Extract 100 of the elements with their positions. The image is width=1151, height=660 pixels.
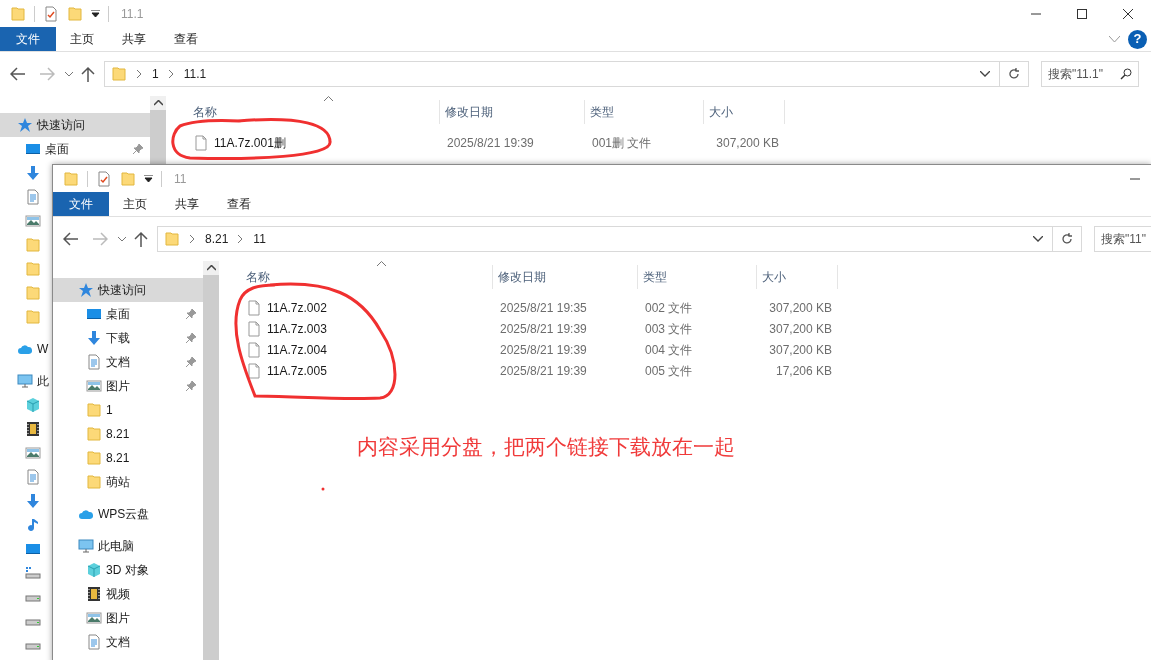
sidebar-item[interactable]: W <box>0 337 51 361</box>
sidebar-item[interactable]: 萌站 <box>53 470 203 494</box>
pin-icon[interactable] <box>185 380 197 392</box>
pc-icon <box>17 373 33 389</box>
file-name[interactable]: 11A.7z.005 <box>267 361 327 380</box>
ribbon-tab[interactable]: 查看 <box>160 27 212 51</box>
column-header[interactable]: 大小 <box>757 265 838 289</box>
up-arrow-icon[interactable] <box>134 231 148 247</box>
type-cell-text: 003 文件 <box>644 320 694 338</box>
address-bar[interactable]: 8.21 11 <box>157 226 1053 252</box>
sidebar-item[interactable]: 文档 <box>53 350 203 374</box>
type-cell-text: 002 文件 <box>644 299 694 317</box>
sidebar-item[interactable]: 此 <box>0 369 51 393</box>
folder-icon <box>25 237 41 253</box>
folder-icon <box>86 402 102 418</box>
doc-icon <box>25 189 41 205</box>
folder-icon <box>63 170 79 187</box>
file-name[interactable]: 11A.7z.002 <box>267 298 327 317</box>
file-icon <box>193 134 209 151</box>
checklist-icon[interactable] <box>96 170 112 187</box>
address-bar[interactable]: 1 11.1 <box>104 61 1000 87</box>
sidebar-item[interactable]: 8.21 <box>53 446 203 470</box>
checklist-icon[interactable] <box>43 5 59 22</box>
scroll-up-icon[interactable] <box>153 100 163 106</box>
search-field[interactable]: 搜索"11" <box>1094 226 1151 252</box>
sidebar-item[interactable]: 桌面 <box>53 302 203 326</box>
ribbon-tab[interactable]: 主页 <box>56 27 108 51</box>
pin-icon[interactable] <box>185 308 197 320</box>
star-icon <box>78 282 94 298</box>
sidebar-item[interactable]: 图片 <box>53 606 132 630</box>
sidebar-item[interactable]: 桌面 <box>0 137 150 161</box>
refresh-button[interactable] <box>1053 226 1082 252</box>
folder-icon <box>25 261 41 277</box>
date-cell-text: 2025/8/21 19:39 <box>499 362 588 380</box>
sidebar-item[interactable]: 此电脑 <box>53 534 136 558</box>
sidebar-item[interactable]: 8.21 <box>53 422 203 446</box>
pin-icon[interactable] <box>185 332 197 344</box>
file-name[interactable]: 11A.7z.004 <box>267 340 327 359</box>
desktop-icon <box>25 541 41 557</box>
folder-icon <box>164 231 180 247</box>
sort-caret-icon <box>377 261 386 266</box>
breadcrumb-item[interactable]: 1 <box>152 65 159 83</box>
file-name[interactable]: 11A.7z.001删 <box>214 133 286 152</box>
column-header[interactable]: 类型 <box>585 100 704 124</box>
ribbon-tab[interactable]: 共享 <box>161 192 213 216</box>
search-icon[interactable] <box>1120 68 1132 80</box>
sidebar-item[interactable]: 3D 对象 <box>53 558 151 582</box>
sidebar-item[interactable]: 下载 <box>53 326 203 350</box>
up-arrow-icon[interactable] <box>81 66 95 82</box>
chevron-down-icon[interactable] <box>980 71 990 77</box>
dropdown-icon[interactable] <box>91 9 100 18</box>
column-header[interactable]: 大小 <box>704 100 785 124</box>
back-arrow-icon[interactable] <box>63 232 79 246</box>
annotation-text: 内容采用分盘，把两个链接下载放在一起 <box>357 434 735 460</box>
sidebar-item[interactable]: 文档 <box>53 630 132 654</box>
sidebar-item[interactable]: 快速访问 <box>0 113 150 137</box>
breadcrumb-item[interactable]: 11.1 <box>183 65 207 83</box>
search-field[interactable]: 搜索"11.1" <box>1041 61 1139 87</box>
close-icon <box>1123 8 1133 19</box>
scrollbar-thumb[interactable] <box>150 110 166 164</box>
date-cell-text: 2025/8/21 19:39 <box>499 320 588 338</box>
dropdown-icon[interactable] <box>144 174 153 183</box>
column-header[interactable]: 修改日期 <box>493 265 638 289</box>
chevron-right-icon[interactable] <box>137 70 142 78</box>
type-cell-text: 005 文件 <box>644 362 694 380</box>
help-button[interactable]: ? <box>1128 29 1147 49</box>
sidebar-item[interactable]: 视频 <box>53 582 132 606</box>
type-cell-text: 001删 文件 <box>591 134 653 152</box>
column-header[interactable]: 名称 <box>241 265 493 289</box>
window-title: 11.1 <box>121 5 144 23</box>
sidebar-item[interactable]: 图片 <box>53 374 203 398</box>
file-name[interactable]: 11A.7z.003 <box>267 319 327 338</box>
doc-icon <box>86 634 102 650</box>
breadcrumb-item[interactable]: 11 <box>253 230 266 248</box>
refresh-button[interactable] <box>1000 61 1029 87</box>
column-header[interactable]: 类型 <box>638 265 757 289</box>
sidebar-item[interactable]: 快速访问 <box>53 278 203 302</box>
scrollbar[interactable] <box>150 96 166 164</box>
chevron-down-icon[interactable] <box>1033 236 1043 242</box>
column-header[interactable]: 名称 <box>188 100 440 124</box>
pin-icon[interactable] <box>185 356 197 368</box>
breadcrumb-item[interactable]: 8.21 <box>205 230 229 248</box>
sidebar-item[interactable]: 1 <box>53 398 203 422</box>
column-header[interactable]: 修改日期 <box>440 100 585 124</box>
chevron-right-icon[interactable] <box>168 70 174 78</box>
scroll-up-icon[interactable] <box>206 265 216 271</box>
ribbon-tab[interactable]: 查看 <box>213 192 265 216</box>
file-icon <box>246 341 262 358</box>
chevron-down-icon[interactable] <box>118 236 126 242</box>
sidebar-item[interactable]: WPS云盘 <box>53 502 152 526</box>
chevron-right-icon[interactable] <box>238 235 244 243</box>
ribbon-tab[interactable]: 主页 <box>109 192 161 216</box>
chevron-down-icon[interactable] <box>65 71 73 77</box>
date-cell-text: 2025/8/21 19:39 <box>499 341 588 359</box>
ribbon-tab[interactable]: 文件 <box>53 192 109 216</box>
chevron-right-icon[interactable] <box>190 235 195 243</box>
ribbon-tab[interactable]: 共享 <box>108 27 160 51</box>
pin-icon[interactable] <box>132 143 144 155</box>
back-arrow-icon[interactable] <box>10 67 26 81</box>
ribbon-tab[interactable]: 文件 <box>0 27 56 51</box>
